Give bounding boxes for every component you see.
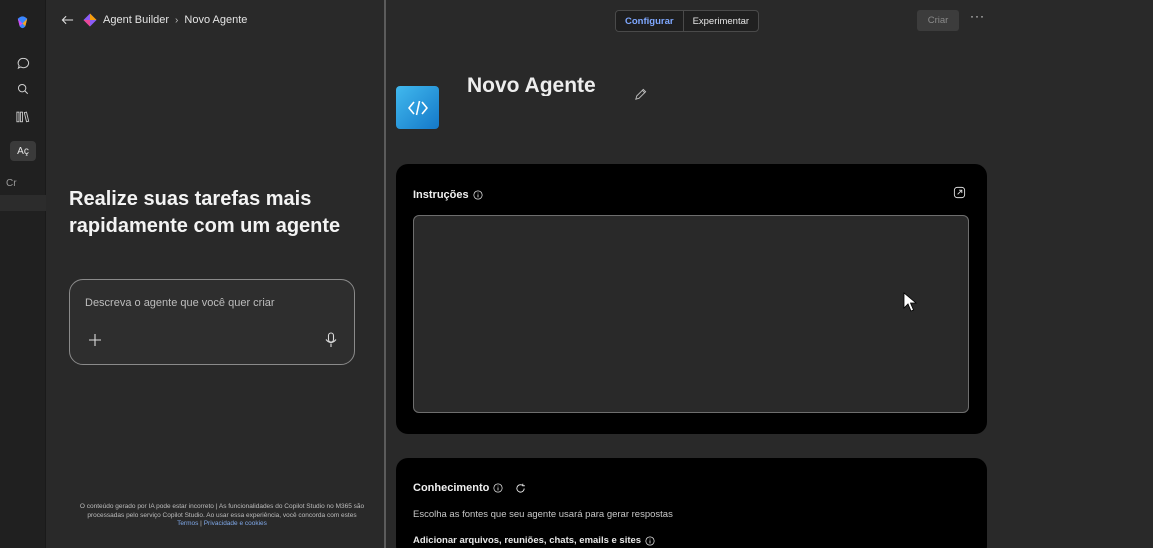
instructions-card: Instruções xyxy=(396,164,987,434)
pointer-cursor-icon xyxy=(903,292,917,312)
mode-tabs: Configurar Experimentar xyxy=(615,10,760,32)
rail-selected-bar xyxy=(0,195,46,211)
info-icon[interactable] xyxy=(645,535,655,546)
agent-builder-icon xyxy=(83,13,97,27)
left-rail: Aç Cr xyxy=(0,0,46,548)
breadcrumb-separator: › xyxy=(175,14,179,26)
panel-divider[interactable] xyxy=(384,0,386,548)
agent-name-title: Novo Agente xyxy=(467,66,637,96)
agent-description-input[interactable]: Descreva o agente que você quer criar xyxy=(69,279,355,365)
prompt-placeholder: Descreva o agente que você quer criar xyxy=(85,297,275,309)
copilot-logo-icon[interactable] xyxy=(15,15,30,30)
instructions-title: Instruções xyxy=(413,189,469,201)
terms-link[interactable]: Termos xyxy=(177,520,198,527)
knowledge-subheading-text: Adicionar arquivos, reuniões, chats, ema… xyxy=(413,535,642,546)
tab-try[interactable]: Experimentar xyxy=(684,11,758,31)
app-window: Aç Cr Agent Builder › Novo Agente Realiz… xyxy=(0,0,1153,548)
tab-configure[interactable]: Configurar xyxy=(616,11,684,31)
chat-icon[interactable] xyxy=(0,54,46,72)
agent-chat-panel: Agent Builder › Novo Agente Realize suas… xyxy=(47,0,383,548)
agent-code-icon[interactable] xyxy=(396,86,439,129)
knowledge-heading: Conhecimento xyxy=(413,482,526,494)
disclaimer-text: O conteúdo gerado por IA pode estar inco… xyxy=(79,503,365,519)
breadcrumb: Agent Builder › Novo Agente xyxy=(59,12,247,28)
more-options-button[interactable]: ··· xyxy=(970,9,985,23)
agents-nav-chip[interactable]: Aç xyxy=(10,141,36,161)
refresh-icon[interactable] xyxy=(515,483,526,494)
plus-icon[interactable] xyxy=(87,332,103,348)
create-nav-item[interactable]: Cr xyxy=(6,178,17,189)
microphone-icon[interactable] xyxy=(324,332,338,348)
instructions-heading: Instruções xyxy=(413,189,483,201)
breadcrumb-current: Novo Agente xyxy=(184,14,248,26)
knowledge-subheading: Adicionar arquivos, reuniões, chats, ema… xyxy=(413,535,655,546)
info-icon[interactable] xyxy=(473,190,483,200)
privacy-link[interactable]: Privacidade e cookies xyxy=(204,520,267,527)
knowledge-title: Conhecimento xyxy=(413,482,490,494)
knowledge-description: Escolha as fontes que seu agente usará p… xyxy=(413,509,673,520)
breadcrumb-root[interactable]: Agent Builder xyxy=(103,14,169,26)
library-icon[interactable] xyxy=(0,107,46,125)
ai-disclaimer: O conteúdo gerado por IA pode estar inco… xyxy=(77,503,367,529)
knowledge-card: Conhecimento Escolha as fontes que seu a… xyxy=(396,458,987,548)
back-arrow-icon[interactable] xyxy=(59,12,75,28)
panel-headline: Realize suas tarefas mais rapidamente co… xyxy=(69,188,341,237)
expand-icon[interactable] xyxy=(953,186,966,199)
instructions-textarea[interactable] xyxy=(413,215,969,413)
search-icon[interactable] xyxy=(0,80,46,98)
info-icon[interactable] xyxy=(493,483,503,493)
agent-name-text: Novo Agente xyxy=(467,74,596,96)
pencil-icon[interactable] xyxy=(634,88,647,101)
create-button[interactable]: Criar xyxy=(917,10,959,31)
